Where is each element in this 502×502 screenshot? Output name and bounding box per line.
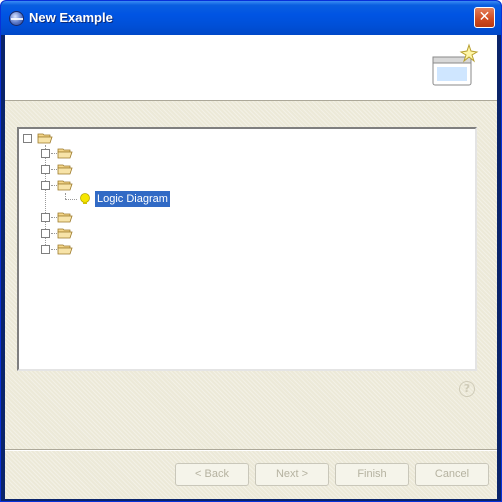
wizard-banner bbox=[5, 35, 497, 101]
cancel-button[interactable]: Cancel bbox=[415, 463, 489, 486]
folder-open-icon[interactable] bbox=[57, 163, 73, 175]
dialog-window: New Example ✕ Logic Diagram ? < Back Nex… bbox=[0, 0, 502, 502]
dialog-body: Logic Diagram ? < Back Next > Finish Can… bbox=[5, 35, 497, 499]
folder-open-icon[interactable] bbox=[57, 147, 73, 159]
wizard-icon bbox=[432, 43, 479, 86]
next-button[interactable]: Next > bbox=[255, 463, 329, 486]
expand-toggle[interactable] bbox=[23, 134, 32, 143]
tree-connector bbox=[65, 199, 77, 200]
back-button[interactable]: < Back bbox=[175, 463, 249, 486]
window-title: New Example bbox=[29, 10, 113, 25]
expand-toggle[interactable] bbox=[41, 229, 50, 238]
expand-toggle[interactable] bbox=[41, 149, 50, 158]
folder-open-icon[interactable] bbox=[57, 179, 73, 191]
expand-toggle[interactable] bbox=[41, 165, 50, 174]
folder-open-icon[interactable] bbox=[57, 211, 73, 223]
close-button[interactable]: ✕ bbox=[474, 7, 495, 28]
bulb-icon bbox=[80, 193, 90, 204]
expand-toggle[interactable] bbox=[41, 213, 50, 222]
folder-open-icon[interactable] bbox=[57, 227, 73, 239]
title-bar[interactable]: New Example ✕ bbox=[1, 1, 501, 35]
expand-toggle[interactable] bbox=[41, 245, 50, 254]
help-icon[interactable]: ? bbox=[459, 381, 475, 397]
folder-open-icon bbox=[37, 133, 53, 144]
tree-item-logic-diagram[interactable]: Logic Diagram bbox=[94, 190, 171, 208]
eclipse-app-icon bbox=[9, 11, 24, 26]
finish-button[interactable]: Finish bbox=[335, 463, 409, 486]
folder-open-icon[interactable] bbox=[57, 243, 73, 255]
footer-divider bbox=[5, 449, 497, 451]
expand-toggle[interactable] bbox=[41, 181, 50, 190]
example-tree[interactable]: Logic Diagram bbox=[17, 127, 477, 371]
